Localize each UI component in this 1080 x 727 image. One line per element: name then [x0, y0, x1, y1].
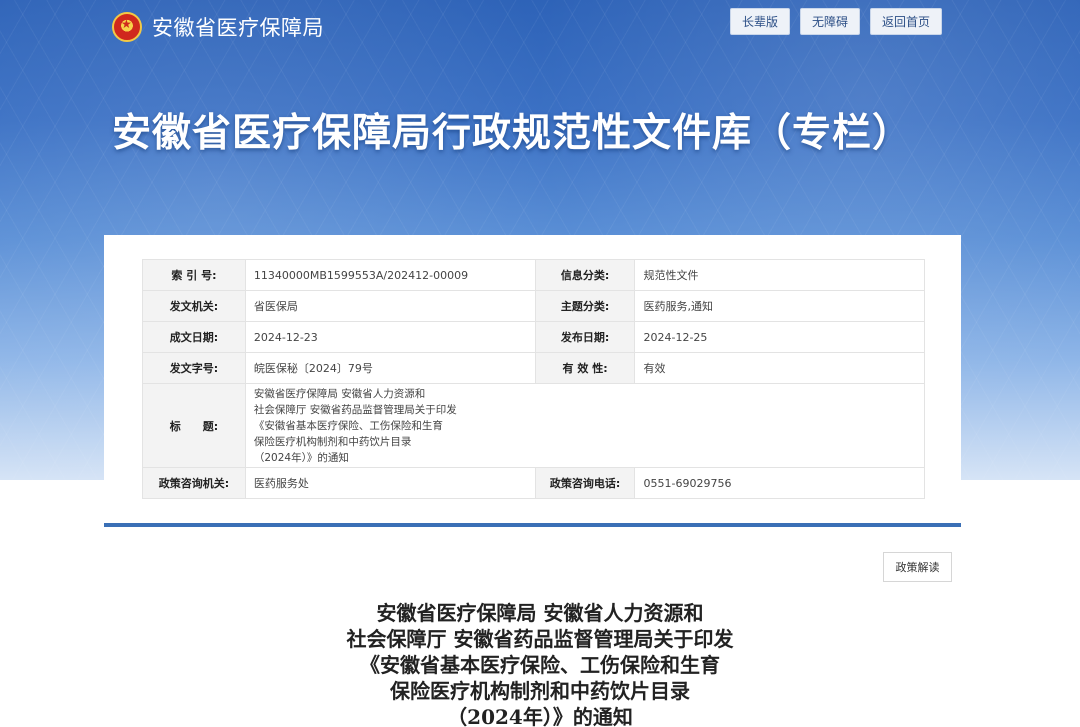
- index-value: 11340000MB1599553A/202412-00009: [244, 259, 536, 291]
- table-row: 发文机关: 省医保局 主题分类: 医药服务,通知: [142, 290, 925, 322]
- title-line: 社会保障厅 安徽省药品监督管理局关于印发: [253, 403, 457, 416]
- elder-mode-button[interactable]: 长辈版: [729, 8, 790, 35]
- category-value: 规范性文件: [634, 259, 925, 291]
- top-toolbar: 长辈版 无障碍 返回首页: [729, 8, 942, 35]
- doc-title-line: 保险医疗机构制剂和中药饮片目录: [390, 679, 690, 703]
- consult-org-label: 政策咨询机关:: [142, 467, 246, 499]
- banner-title: 安徽省医疗保障局行政规范性文件库（专栏）: [112, 111, 913, 156]
- title-line: （2024年）》的通知: [253, 451, 349, 464]
- policy-interpretation-button[interactable]: 政策解读: [883, 552, 952, 582]
- doc-title-line: 《安徽省基本医疗保险、工伤保险和生育: [360, 653, 720, 677]
- doc-title-line: （2024年）》的通知: [447, 705, 633, 727]
- publish-date-label: 发布日期:: [534, 321, 636, 353]
- topic-value: 医药服务,通知: [634, 290, 925, 322]
- title-line: 安徽省医疗保障局 安徽省人力资源和: [253, 387, 426, 400]
- index-label: 索 引 号:: [142, 259, 246, 291]
- document-title: 安徽省医疗保障局 安徽省人力资源和 社会保障厅 安徽省药品监督管理局关于印发 《…: [240, 600, 840, 727]
- table-row: 发文字号: 皖医保秘〔2024〕79号 有 效 性: 有效: [142, 352, 925, 384]
- validity-value: 有效: [634, 352, 925, 384]
- doc-number-label: 发文字号:: [142, 352, 246, 384]
- written-date-label: 成文日期:: [142, 321, 246, 353]
- issuer-value: 省医保局: [244, 290, 536, 322]
- national-emblem-icon: [112, 12, 142, 42]
- doc-title-line: 安徽省医疗保障局 安徽省人力资源和: [376, 601, 704, 625]
- title-value: 安徽省医疗保障局 安徽省人力资源和 社会保障厅 安徽省药品监督管理局关于印发 《…: [244, 383, 926, 468]
- validity-label: 有 效 性:: [534, 352, 636, 384]
- title-line: 《安徽省基本医疗保险、工伤保险和生育: [253, 419, 443, 432]
- accessibility-button[interactable]: 无障碍: [799, 8, 860, 35]
- table-row: 索 引 号: 11340000MB1599553A/202412-00009 信…: [142, 259, 925, 291]
- title-line: 保险医疗机构制剂和中药饮片目录: [253, 435, 412, 448]
- divider: [104, 523, 961, 527]
- metadata-table: 索 引 号: 11340000MB1599553A/202412-00009 信…: [142, 259, 926, 499]
- topic-label: 主题分类:: [534, 290, 636, 322]
- consult-phone-value: 0551-69029756: [634, 467, 925, 499]
- site-name: 安徽省医疗保障局: [152, 16, 324, 40]
- written-date-value: 2024-12-23: [244, 321, 536, 353]
- consult-phone-label: 政策咨询电话:: [534, 467, 636, 499]
- category-label: 信息分类:: [534, 259, 636, 291]
- title-label: 标 题:: [142, 383, 246, 468]
- consult-org-value: 医药服务处: [244, 467, 536, 499]
- doc-title-line: 社会保障厅 安徽省药品监督管理局关于印发: [346, 627, 734, 651]
- doc-number-value: 皖医保秘〔2024〕79号: [244, 352, 536, 384]
- issuer-label: 发文机关:: [142, 290, 246, 322]
- table-row: 标 题: 安徽省医疗保障局 安徽省人力资源和 社会保障厅 安徽省药品监督管理局关…: [142, 383, 926, 468]
- site-brand[interactable]: 安徽省医疗保障局: [112, 12, 324, 42]
- publish-date-value: 2024-12-25: [634, 321, 925, 353]
- table-row: 政策咨询机关: 医药服务处 政策咨询电话: 0551-69029756: [142, 467, 925, 499]
- table-row: 成文日期: 2024-12-23 发布日期: 2024-12-25: [142, 321, 925, 353]
- home-button[interactable]: 返回首页: [869, 8, 942, 35]
